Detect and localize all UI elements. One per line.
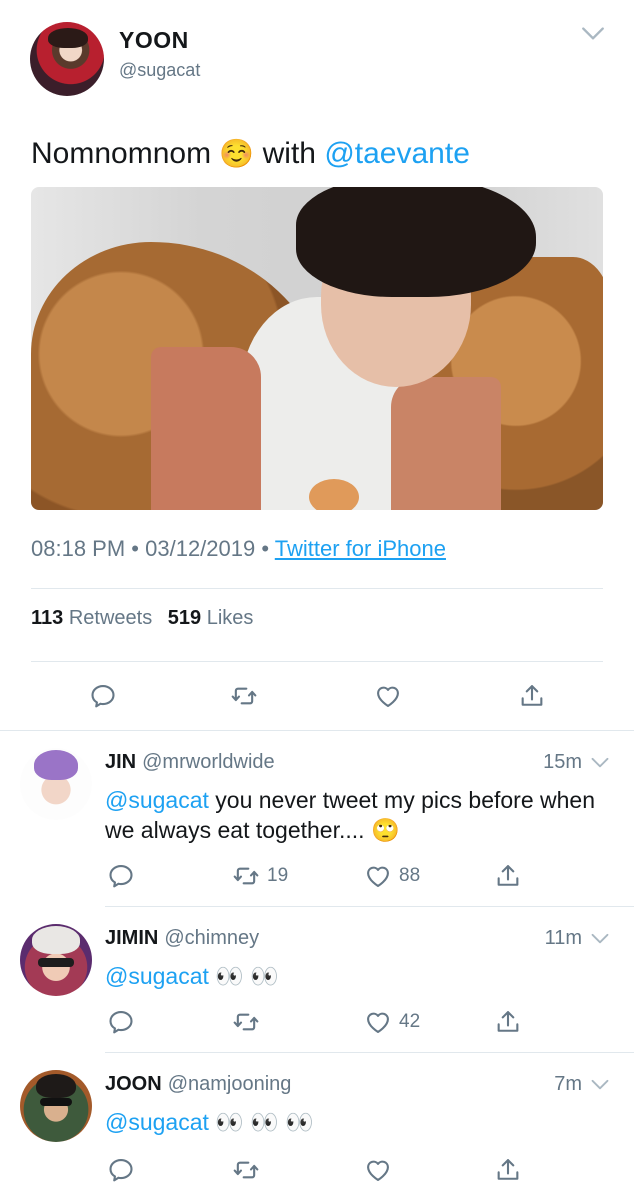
divider <box>31 588 603 589</box>
reply-text: @sugacat 👀 👀 👀 <box>105 1107 605 1137</box>
avatar[interactable] <box>20 1070 92 1142</box>
chevron-down-icon[interactable] <box>590 1078 610 1092</box>
eyes-emoji: 👀 👀 <box>215 963 279 989</box>
tweet-stats: 113 Retweets 519 Likes <box>31 607 263 630</box>
retweet-count: 19 <box>267 865 289 886</box>
reply-button[interactable] <box>107 862 135 890</box>
retweet-button[interactable] <box>232 1156 260 1184</box>
tweet-text-body: Nomnomnom <box>31 137 212 170</box>
retweets-stat[interactable]: 113 Retweets <box>31 607 162 629</box>
share-button[interactable] <box>494 862 522 890</box>
chevron-down-icon[interactable] <box>590 932 610 946</box>
reply-icon <box>107 1008 135 1036</box>
retweet-icon <box>232 862 260 890</box>
avatar[interactable] <box>20 748 92 820</box>
reply-item[interactable]: JIMIN @chimney 11m @sugacat 👀 👀 42 <box>0 906 634 1052</box>
reply-time: 11m <box>544 927 582 949</box>
heart-icon <box>374 682 402 710</box>
share-icon <box>494 1156 522 1184</box>
reply-button[interactable] <box>107 1008 135 1036</box>
mention-link[interactable]: @sugacat <box>105 1109 209 1135</box>
heart-icon <box>364 862 392 890</box>
main-tweet: YOON @sugacat Nomnomnom ☺️ with @taevant… <box>0 0 634 730</box>
share-button[interactable] <box>494 1156 522 1184</box>
reply-text: @sugacat 👀 👀 <box>105 961 605 991</box>
eye-roll-emoji: 🙄 <box>370 817 400 843</box>
author-name[interactable]: YOON <box>119 27 189 54</box>
chevron-down-icon[interactable] <box>590 756 610 770</box>
retweet-icon <box>232 1008 260 1036</box>
share-button[interactable] <box>494 1008 522 1036</box>
avatar[interactable] <box>30 22 104 96</box>
retweet-button[interactable]: 19 <box>232 862 288 890</box>
meta-separator: • <box>131 536 139 561</box>
meta-separator: • <box>261 536 270 561</box>
source-link[interactable]: Twitter for iPhone <box>275 536 446 561</box>
retweet-button[interactable] <box>232 1008 260 1036</box>
chevron-down-icon[interactable] <box>580 24 606 44</box>
avatar[interactable] <box>20 924 92 996</box>
tweet-time: 08:18 PM <box>31 536 126 561</box>
reply-button[interactable] <box>107 1156 135 1184</box>
heart-icon <box>364 1156 392 1184</box>
like-count: 42 <box>399 1011 421 1032</box>
share-icon <box>494 1008 522 1036</box>
tweet-date: 03/12/2019 <box>145 536 256 561</box>
share-icon <box>494 862 522 890</box>
reply-author[interactable]: JOON @namjooning <box>105 1073 291 1096</box>
share-button[interactable] <box>518 682 546 710</box>
reply-time: 7m <box>554 1073 582 1095</box>
share-icon <box>518 682 546 710</box>
mention-link[interactable]: @sugacat <box>105 963 209 989</box>
reply-item[interactable]: JIN @mrworldwide 15m @sugacat you never t… <box>0 730 634 906</box>
likes-stat[interactable]: 519 Likes <box>168 607 264 629</box>
like-button[interactable]: 42 <box>364 1008 420 1036</box>
heart-icon <box>364 1008 392 1036</box>
like-button[interactable] <box>364 1156 392 1184</box>
tweet-text-with: with <box>262 137 316 170</box>
reply-author[interactable]: JIN @mrworldwide <box>105 751 275 774</box>
eyes-emoji: 👀 👀 👀 <box>215 1109 314 1135</box>
retweet-icon <box>230 682 258 710</box>
relieved-face-emoji: ☺️ <box>219 138 255 169</box>
tweet-meta: 08:18 PM • 03/12/2019 • Twitter for iPho… <box>31 536 446 562</box>
reply-button[interactable] <box>89 682 117 710</box>
retweet-button[interactable] <box>230 682 258 710</box>
mention-link[interactable]: @sugacat <box>105 787 209 813</box>
like-count: 88 <box>399 865 421 886</box>
tweet-photo[interactable] <box>31 187 603 510</box>
like-button[interactable] <box>374 682 402 710</box>
reply-icon <box>89 682 117 710</box>
mention-link[interactable]: @taevante <box>324 137 470 170</box>
reply-author[interactable]: JIMIN @chimney <box>105 927 259 950</box>
reply-icon <box>107 1156 135 1184</box>
tweet-text: Nomnomnom ☺️ with @taevante <box>31 137 470 171</box>
author-handle[interactable]: @sugacat <box>119 60 200 81</box>
divider <box>31 661 603 662</box>
retweet-icon <box>232 1156 260 1184</box>
reply-item[interactable]: JOON @namjooning 7m @sugacat 👀 👀 👀 <box>0 1052 634 1200</box>
reply-time: 15m <box>543 751 582 773</box>
like-button[interactable]: 88 <box>364 862 420 890</box>
reply-text: @sugacat you never tweet my pics before … <box>105 785 605 845</box>
reply-icon <box>107 862 135 890</box>
